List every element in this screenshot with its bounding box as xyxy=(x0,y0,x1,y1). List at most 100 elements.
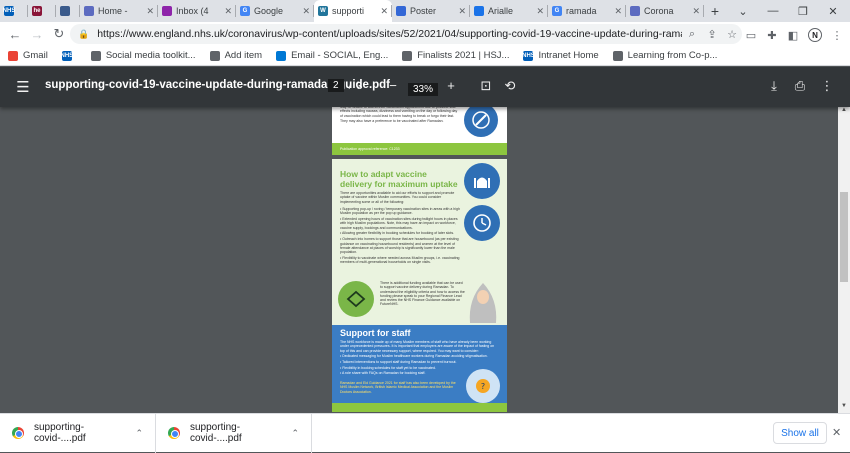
download-filename: supporting-covid-....pdf xyxy=(34,422,86,444)
download-icon[interactable]: ⤓ xyxy=(765,78,783,94)
wordpress-favicon-icon: W xyxy=(318,6,328,16)
tab-6[interactable]: Wsupporti ✕ xyxy=(314,0,392,22)
section2-footer: Ramadan and Eid Guidance 2021 for staff … xyxy=(340,381,456,394)
fit-page-icon[interactable]: ⊡ xyxy=(477,78,495,94)
bookmark-label: Intranet Home xyxy=(538,50,599,61)
tab-close-icon[interactable]: ✕ xyxy=(302,6,310,17)
lock-icon[interactable]: 🔒 xyxy=(78,29,89,40)
print-icon[interactable]: ⎙ xyxy=(791,78,809,94)
profile-avatar[interactable]: N xyxy=(804,24,826,46)
new-tab-button[interactable]: + xyxy=(704,0,726,22)
scroll-down-icon[interactable]: ▼ xyxy=(838,403,850,413)
pdf-more-icon[interactable]: ⋮ xyxy=(818,78,836,94)
tab-close-icon[interactable]: ✕ xyxy=(146,6,154,17)
tab-5[interactable]: G Google ✕ xyxy=(236,0,314,22)
download-item[interactable]: supporting-covid-....pdf ⌃ xyxy=(0,413,156,453)
reload-icon[interactable]: ↻ xyxy=(48,23,70,45)
bookmark-label: Gmail xyxy=(23,50,48,61)
tab-close-icon[interactable]: ✕ xyxy=(224,6,232,17)
tab-close-icon[interactable]: ✕ xyxy=(692,6,700,17)
tab-1[interactable]: he xyxy=(28,0,56,22)
page1-body-text: May be unable to attend their vaccinatio… xyxy=(340,107,458,118)
address-bar[interactable]: 🔒 https://www.england.nhs.uk/coronavirus… xyxy=(70,24,742,44)
bookmark-label: Social media toolkit... xyxy=(105,50,196,61)
back-icon[interactable]: ← xyxy=(4,23,26,45)
minimize-icon[interactable]: — xyxy=(758,0,788,22)
scrollbar-thumb[interactable] xyxy=(840,192,848,282)
pdf-viewer[interactable]: May be unable to attend their vaccinatio… xyxy=(0,107,838,413)
close-window-icon[interactable]: ✕ xyxy=(818,0,848,22)
pdf-menu-icon[interactable]: ☰ xyxy=(14,78,32,96)
tab-8[interactable]: Arialle ✕ xyxy=(470,0,548,22)
bullet-text: Flexibility to vaccinate where needed ac… xyxy=(340,255,460,265)
mail-favicon-icon xyxy=(84,6,94,16)
rotate-icon[interactable]: ⟲ xyxy=(501,78,519,94)
bullet-item: • Extended opening hours of vaccination … xyxy=(340,217,462,230)
tab-7[interactable]: Poster ✕ xyxy=(392,0,470,22)
bullet-text: Extended opening hours of vaccination si… xyxy=(340,217,458,230)
zoom-level[interactable]: 33% xyxy=(408,79,439,97)
google-favicon-icon: G xyxy=(240,6,250,16)
download-item[interactable]: supporting-covid-....pdf ⌃ xyxy=(156,413,312,453)
page-number-input[interactable]: 2 xyxy=(328,79,344,92)
chrome-file-icon xyxy=(12,427,24,439)
tab-3[interactable]: Home - ✕ xyxy=(80,0,158,22)
bookmark-item[interactable]: Learning from Co-p... xyxy=(612,50,718,61)
bookmark-item[interactable]: NHS Intranet Home xyxy=(522,50,599,61)
page-separator: / xyxy=(348,79,352,92)
scroll-up-icon[interactable]: ▲ xyxy=(838,107,850,117)
forward-icon[interactable]: → xyxy=(26,23,48,45)
bookmark-item[interactable]: Email - SOCIAL, Eng... xyxy=(276,50,388,61)
sidebar-icon[interactable]: ◧ xyxy=(782,24,804,46)
mail-favicon-icon xyxy=(630,6,640,16)
bookmark-label: Learning from Co-p... xyxy=(627,50,718,61)
zoom-in-icon[interactable]: + xyxy=(442,78,460,93)
bookmark-star-icon[interactable]: ☆ xyxy=(722,28,742,41)
tab-close-icon[interactable]: ✕ xyxy=(614,6,622,17)
cast-icon[interactable]: ▭ xyxy=(740,24,762,46)
tab-search-icon[interactable]: ⌄ xyxy=(728,0,758,22)
maximize-icon[interactable]: ❐ xyxy=(788,0,818,22)
tab-close-icon[interactable]: ✕ xyxy=(380,6,388,17)
bookmark-label: Finalists 2021 | HSJ... xyxy=(417,50,510,61)
google-favicon-icon: G xyxy=(552,6,562,16)
zoom-out-icon[interactable]: − xyxy=(384,78,402,93)
tab-title: Poster xyxy=(410,6,437,16)
bookmark-item[interactable]: Finalists 2021 | HSJ... xyxy=(402,50,509,61)
tab-4[interactable]: Inbox (4 ✕ xyxy=(158,0,236,22)
vertical-scrollbar[interactable]: ▲ ▼ xyxy=(838,107,850,413)
tab-2[interactable] xyxy=(56,0,80,22)
bullet-text: A role share with FAQs on Ramadan for bo… xyxy=(342,371,426,376)
zoom-value[interactable]: 33% xyxy=(408,83,439,96)
doc-icon xyxy=(90,50,101,61)
extensions-icon[interactable]: ✚ xyxy=(761,24,783,46)
tab-9[interactable]: Gramada ✕ xyxy=(548,0,626,22)
tab-title: Corona xyxy=(644,6,674,16)
menu-icon[interactable]: ⋮ xyxy=(826,24,848,46)
section1-bullets: • Supporting pop-up / roving / temporary… xyxy=(340,207,462,266)
bullet-item: • Allowing greater flexibility in bookin… xyxy=(340,231,462,235)
url-text[interactable]: https://www.england.nhs.uk/coronavirus/w… xyxy=(97,28,682,40)
vaccine-icon xyxy=(464,107,498,137)
tab-10[interactable]: Corona ✕ xyxy=(626,0,704,22)
zoom-icon[interactable]: ⌕ xyxy=(682,28,702,41)
section1-intro: There are opportunities available to aid… xyxy=(340,191,455,204)
tab-close-icon[interactable]: ✕ xyxy=(458,6,466,17)
bookmark-item[interactable]: Social media toolkit... xyxy=(90,50,196,61)
tab-0[interactable]: NHS xyxy=(0,0,28,22)
chevron-up-icon[interactable]: ⌃ xyxy=(291,428,299,439)
chevron-up-icon[interactable]: ⌃ xyxy=(135,428,143,439)
bookmark-item[interactable]: Gmail xyxy=(8,50,48,61)
bookmark-item[interactable]: NHS xyxy=(60,50,77,61)
tab-close-icon[interactable]: ✕ xyxy=(536,6,544,17)
close-shelf-icon[interactable]: ✕ xyxy=(832,426,841,439)
share-icon[interactable]: ⇪ xyxy=(702,28,722,41)
gmail-icon xyxy=(8,50,18,61)
bullet-text: Allowing greater flexibility in booking … xyxy=(342,231,455,236)
show-all-button[interactable]: Show all xyxy=(773,422,827,444)
poster-favicon-icon xyxy=(396,6,406,16)
bookmark-item[interactable]: Add item xyxy=(209,50,262,61)
page2-footer-band xyxy=(332,403,507,412)
nhs-icon: NHS xyxy=(60,50,74,61)
funding-text: There is additional funding available th… xyxy=(380,281,465,307)
